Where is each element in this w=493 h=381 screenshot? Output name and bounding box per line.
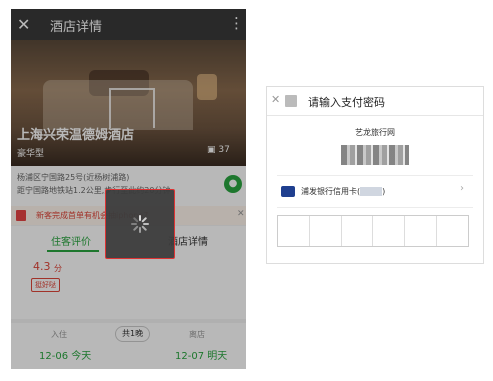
pin-cell[interactable] <box>278 216 310 246</box>
payment-amount-blurred <box>341 145 409 165</box>
pin-cell[interactable] <box>342 216 374 246</box>
loading-dialog <box>105 189 175 259</box>
divider <box>277 175 473 176</box>
dialog-title: 请输入支付密码 <box>308 96 385 109</box>
card-number-blurred <box>360 187 383 196</box>
payment-dialog: ✕ 请输入支付密码 艺龙旅行网 浦发银行信用卡() › <box>266 86 484 264</box>
divider <box>277 207 473 208</box>
bank-logo-icon <box>281 186 295 197</box>
password-input[interactable] <box>277 215 469 247</box>
divider <box>267 115 483 116</box>
close-icon[interactable]: ✕ <box>271 93 280 106</box>
pin-cell[interactable] <box>373 216 406 246</box>
merchant-name: 艺龙旅行网 <box>355 128 395 137</box>
avatar <box>285 95 297 107</box>
pin-cell[interactable] <box>310 216 342 246</box>
chevron-right-icon[interactable]: › <box>460 183 464 194</box>
bank-suffix: ) <box>382 187 386 196</box>
payment-method-label[interactable]: 浦发银行信用卡() <box>301 186 385 197</box>
loading-spinner-icon <box>131 215 149 233</box>
bank-name: 浦发银行信用卡( <box>301 187 361 196</box>
phone-screen: ✕ 酒店详情 ⋮ 上海兴荣温德姆酒店 豪华型 ▣ 37 杨浦区宁国路25号(近杨… <box>11 9 246 369</box>
pin-cell[interactable] <box>405 216 438 246</box>
pin-cell[interactable] <box>437 216 468 246</box>
